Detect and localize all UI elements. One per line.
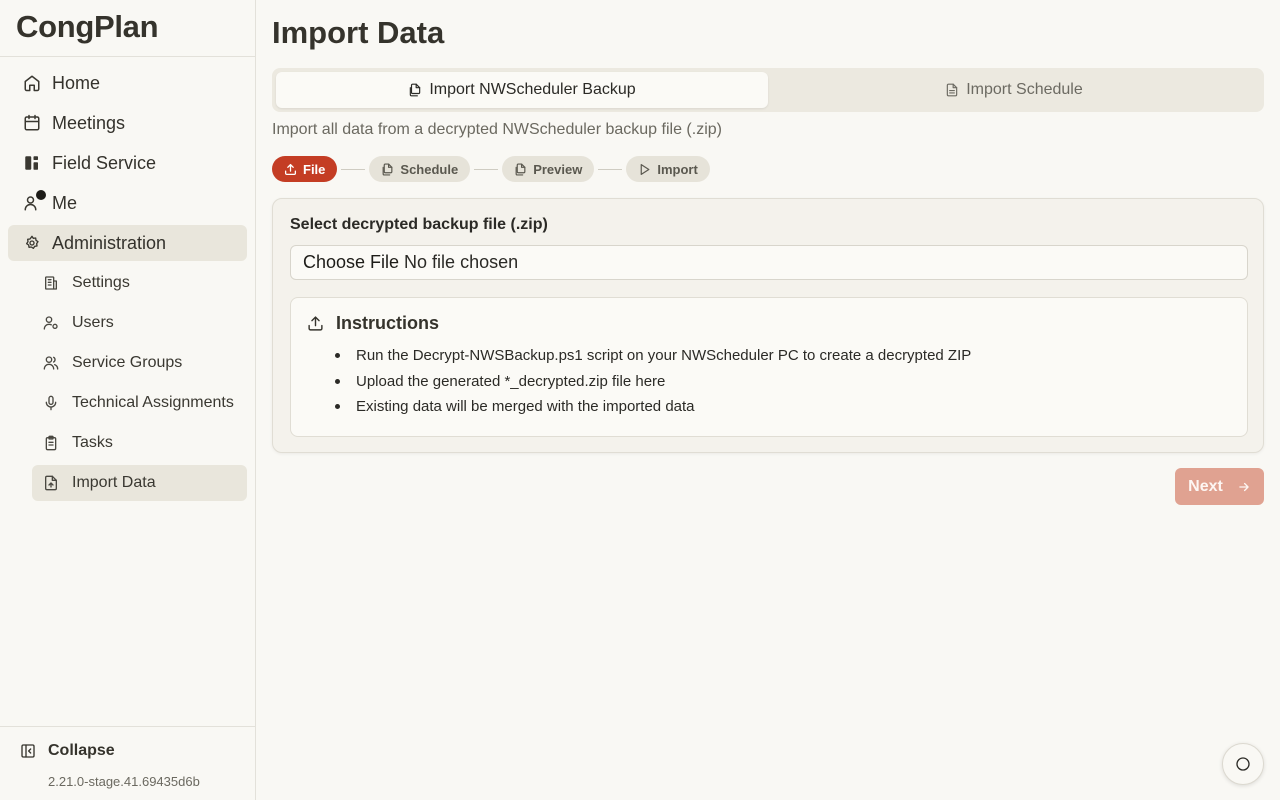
sidebar: CongPlan Home Meetings Field Service Me …	[0, 0, 256, 800]
import-stepper: File Schedule Preview Import	[272, 156, 710, 182]
sidebar-item-import-data[interactable]: Import Data	[32, 465, 247, 501]
sidebar-item-label: Administration	[52, 232, 167, 253]
upload-icon	[307, 315, 324, 332]
arrow-right-icon	[1237, 480, 1251, 494]
step-import: Import	[626, 156, 710, 182]
file-input[interactable]: Choose File No file chosen	[290, 245, 1248, 280]
sidebar-item-label: Home	[52, 72, 101, 93]
collapse-button[interactable]: Collapse	[20, 742, 115, 760]
step-connector	[598, 168, 623, 170]
next-button[interactable]: Next	[1175, 468, 1264, 505]
circle-icon	[1235, 756, 1251, 772]
notification-dot	[36, 190, 46, 200]
step-label: File	[303, 161, 326, 177]
step-label: Schedule	[400, 161, 459, 177]
step-schedule: Schedule	[369, 156, 471, 182]
sidebar-footer: Collapse 2.21.0-stage.41.69435d6b	[0, 726, 255, 800]
instructions-header: Instructions	[307, 313, 439, 334]
sidebar-item-label: Me	[52, 192, 78, 213]
file-field-label: Select decrypted backup file (.zip)	[290, 216, 548, 233]
step-file: File	[272, 156, 338, 182]
sidebar-item-label: Tasks	[72, 434, 113, 451]
file-select-card: Select decrypted backup file (.zip) Choo…	[272, 198, 1264, 453]
file-copy-icon	[514, 162, 527, 176]
sidebar-item-administration[interactable]: Administration	[8, 225, 247, 261]
panel-collapse-icon	[20, 743, 36, 759]
building-icon	[43, 275, 59, 291]
users-icon	[43, 355, 59, 371]
page-title: Import Data	[272, 15, 445, 50]
instructions-list: Run the Decrypt-NWSBackup.ps1 script on …	[335, 347, 971, 424]
tab-label: Import NWScheduler Backup	[429, 81, 636, 98]
microphone-icon	[43, 395, 59, 411]
sidebar-item-label: Service Groups	[72, 354, 183, 371]
play-icon	[638, 163, 651, 176]
choose-file-button[interactable]: Choose File	[303, 252, 399, 273]
page-description: Import all data from a decrypted NWSched…	[272, 121, 722, 138]
sidebar-item-label: Import Data	[72, 474, 156, 491]
upload-icon	[284, 163, 297, 176]
file-copy-icon	[381, 162, 394, 176]
sidebar-item-label: Settings	[72, 274, 130, 291]
user-cog-icon	[43, 315, 59, 331]
list-item: Run the Decrypt-NWSBackup.ps1 script on …	[335, 347, 971, 373]
version-label: 2.21.0-stage.41.69435d6b	[48, 774, 200, 789]
tab-import-schedule[interactable]: Import Schedule	[768, 72, 1260, 108]
sidebar-nav: Home Meetings Field Service Me Administr…	[8, 65, 247, 505]
admin-subnav: Settings Users Service Groups Technical …	[32, 265, 247, 501]
step-preview: Preview	[502, 156, 595, 182]
list-item: Existing data will be merged with the im…	[335, 398, 971, 424]
instructions-title: Instructions	[336, 313, 440, 333]
step-connector	[474, 168, 499, 170]
gear-icon	[23, 234, 41, 252]
tab-label: Import Schedule	[966, 81, 1083, 98]
next-label: Next	[1188, 477, 1223, 495]
sidebar-item-me[interactable]: Me	[8, 185, 247, 221]
calendar-icon	[23, 114, 41, 132]
file-copy-icon	[408, 83, 422, 97]
field-service-icon	[23, 154, 41, 172]
step-label: Import	[657, 161, 698, 177]
sidebar-item-users[interactable]: Users	[32, 305, 247, 341]
sidebar-item-meetings[interactable]: Meetings	[8, 105, 247, 141]
sidebar-item-tasks[interactable]: Tasks	[32, 425, 247, 461]
sidebar-item-service-groups[interactable]: Service Groups	[32, 345, 247, 381]
file-status: No file chosen	[404, 252, 519, 272]
floating-action-button[interactable]	[1222, 743, 1264, 785]
sidebar-item-label: Technical Assignments	[72, 394, 234, 411]
user-icon	[23, 190, 46, 212]
sidebar-item-home[interactable]: Home	[8, 65, 247, 101]
sidebar-item-field-service[interactable]: Field Service	[8, 145, 247, 181]
collapse-label: Collapse	[48, 742, 115, 759]
sidebar-item-settings[interactable]: Settings	[32, 265, 247, 301]
home-icon	[23, 74, 41, 92]
sidebar-item-label: Meetings	[52, 112, 126, 133]
instructions-panel: Instructions Run the Decrypt-NWSBackup.p…	[290, 297, 1248, 437]
sidebar-item-label: Users	[72, 314, 114, 331]
sidebar-item-label: Field Service	[52, 152, 157, 173]
import-tabs: Import NWScheduler Backup Import Schedul…	[272, 68, 1264, 112]
file-upload-icon	[43, 475, 59, 491]
sidebar-item-technical-assignments[interactable]: Technical Assignments	[32, 385, 247, 421]
file-text-icon	[945, 83, 959, 97]
tab-import-nwscheduler-backup[interactable]: Import NWScheduler Backup	[276, 72, 768, 108]
app-logo[interactable]: CongPlan	[0, 0, 255, 57]
list-item: Upload the generated *_decrypted.zip fil…	[335, 373, 971, 399]
clipboard-icon	[43, 435, 59, 451]
step-connector	[341, 168, 366, 170]
step-label: Preview	[533, 161, 583, 177]
